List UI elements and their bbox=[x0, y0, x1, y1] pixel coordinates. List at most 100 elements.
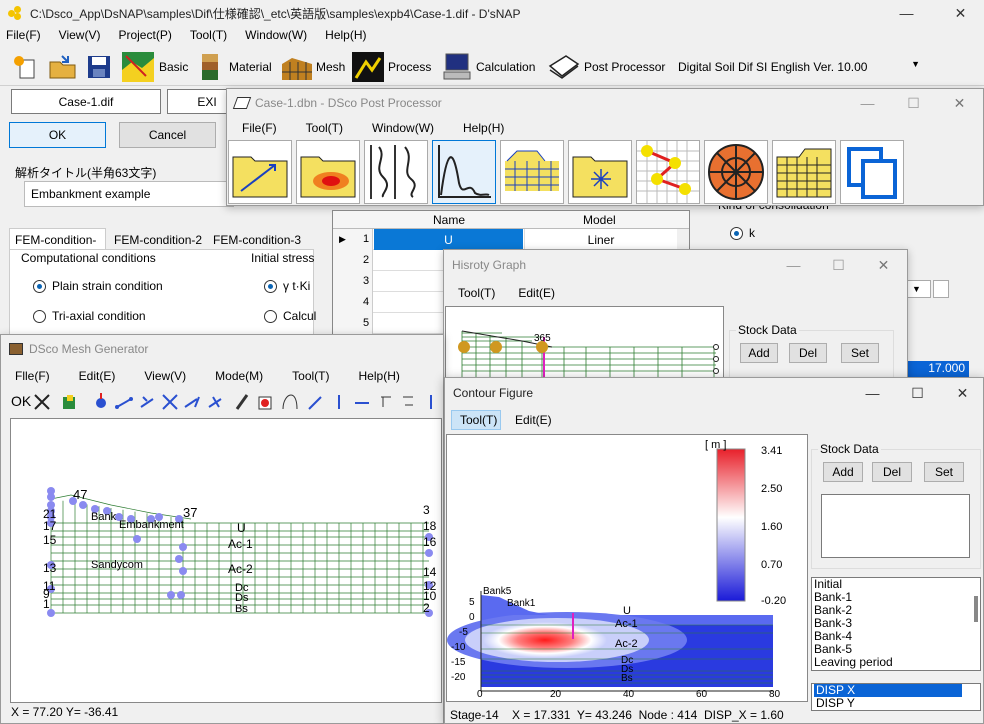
post-processor-icon[interactable] bbox=[548, 52, 580, 82]
color-scale-bar bbox=[716, 448, 746, 602]
contour-del-label: Del bbox=[882, 465, 901, 479]
close-icon[interactable]: ✕ bbox=[938, 0, 983, 26]
folder-table-icon[interactable] bbox=[772, 140, 836, 204]
process-icon[interactable] bbox=[352, 52, 384, 82]
calculation-icon[interactable] bbox=[442, 52, 472, 82]
mesh-menu-help[interactable]: Help(H) bbox=[339, 369, 409, 383]
mesh-node bbox=[425, 549, 433, 557]
k-radio[interactable]: k bbox=[730, 226, 755, 241]
stage-list-scrollbar[interactable] bbox=[974, 596, 978, 622]
basic-label[interactable]: Basic bbox=[159, 60, 188, 74]
contour-maximize-icon[interactable]: ☐ bbox=[895, 378, 940, 408]
mesh-menu-file[interactable]: Flle(F) bbox=[1, 369, 59, 383]
mesh-label[interactable]: Mesh bbox=[316, 60, 345, 74]
mesh-graph-icon[interactable] bbox=[500, 140, 564, 204]
folder-vector-icon[interactable] bbox=[228, 140, 292, 204]
folder-contour-icon[interactable] bbox=[296, 140, 360, 204]
behind-checkbox[interactable] bbox=[933, 280, 949, 298]
tab-fem-2[interactable]: FEM-condition-2 bbox=[110, 231, 208, 250]
post-menu-help[interactable]: Help(H) bbox=[443, 121, 513, 135]
mesh-label-ac1: Ac-1 bbox=[228, 537, 253, 551]
post-processor-label[interactable]: Post Processor bbox=[584, 60, 665, 74]
node-path-icon[interactable] bbox=[636, 140, 700, 204]
material-label[interactable]: Material bbox=[229, 60, 272, 74]
menu-tool[interactable]: Tool(T) bbox=[181, 28, 236, 42]
history-maximize-icon[interactable]: ☐ bbox=[816, 250, 861, 280]
post-minimize-icon[interactable]: — bbox=[845, 89, 890, 117]
col-model-header[interactable]: Model bbox=[583, 213, 616, 227]
behind-select[interactable]: ▼ bbox=[905, 280, 931, 298]
calc-radio[interactable]: Calcul bbox=[264, 309, 316, 324]
post-menu-tool[interactable]: Tool(T) bbox=[286, 121, 352, 135]
new-project-icon[interactable] bbox=[12, 54, 38, 80]
mesh-icon[interactable] bbox=[282, 52, 312, 82]
history-canvas[interactable]: 365 bbox=[445, 306, 724, 383]
initial-stress-label: Initial stress bbox=[251, 251, 315, 265]
row-model[interactable]: Liner bbox=[524, 229, 677, 250]
menu-help[interactable]: Help(H) bbox=[316, 28, 375, 42]
copy-window-icon[interactable] bbox=[840, 140, 904, 204]
process-label[interactable]: Process bbox=[388, 60, 431, 74]
mesh-tool-icons[interactable] bbox=[33, 393, 443, 413]
history-graph-icon[interactable] bbox=[432, 140, 496, 204]
file-name-field[interactable]: Case-1.dif bbox=[11, 89, 161, 114]
profile-graph-icon[interactable] bbox=[364, 140, 428, 204]
post-menu-window[interactable]: Window(W) bbox=[352, 121, 443, 135]
contour-canvas[interactable]: [ m ] 3.41 2.50 1.60 0.70 -0.20 5 0 -5 -10 -15 -2… bbox=[446, 434, 808, 702]
cancel-button[interactable]: Cancel bbox=[119, 122, 216, 148]
ok-button[interactable]: OK bbox=[9, 122, 106, 148]
table-row[interactable]: 1 U Liner ▶ bbox=[333, 229, 677, 250]
menu-view[interactable]: View(V) bbox=[50, 28, 110, 42]
tab-fem-3[interactable]: FEM-condition-3 bbox=[210, 231, 310, 250]
mesh-canvas[interactable]: U Ac-1 Ac-2 Dc Ds Bs Sandycom Embankment… bbox=[10, 418, 442, 703]
history-menu-tool[interactable]: Tool(T) bbox=[444, 286, 504, 300]
mesh-ok-button[interactable]: OK bbox=[11, 393, 31, 409]
contour-close-icon[interactable]: ✕ bbox=[940, 378, 983, 408]
col-name-header[interactable]: Name bbox=[433, 213, 465, 227]
mesh-menu-mode[interactable]: Mode(M) bbox=[195, 369, 272, 383]
history-set-button[interactable]: Set bbox=[841, 343, 879, 363]
minimize-icon[interactable]: — bbox=[884, 0, 929, 26]
main-toolbar: Basic Material Mesh Process Calculation … bbox=[0, 48, 984, 86]
contour-minimize-icon[interactable]: — bbox=[850, 378, 895, 408]
history-menu-edit[interactable]: Edit(E) bbox=[504, 286, 564, 300]
row-number: 4 bbox=[363, 296, 370, 308]
folder-node-icon[interactable] bbox=[568, 140, 632, 204]
contour-add-button[interactable]: Add bbox=[823, 462, 863, 482]
triaxial-radio[interactable]: Tri-axial condition bbox=[33, 309, 146, 324]
history-minimize-icon[interactable]: — bbox=[771, 250, 816, 280]
contour-set-button[interactable]: Set bbox=[924, 462, 964, 482]
history-close-icon[interactable]: ✕ bbox=[861, 250, 906, 280]
mesh-menu-view[interactable]: View(V) bbox=[124, 369, 195, 383]
stage-item[interactable]: Leaving period bbox=[814, 656, 980, 669]
material-icon[interactable] bbox=[198, 52, 224, 82]
title-input[interactable]: Embankment example bbox=[24, 181, 234, 207]
mesh-menu-edit[interactable]: Edit(E) bbox=[59, 369, 125, 383]
row-name[interactable]: U bbox=[374, 229, 523, 250]
tab-fem-2-label: FEM-condition-2 bbox=[114, 233, 203, 247]
menu-window[interactable]: Window(W) bbox=[236, 28, 316, 42]
plain-strain-radio[interactable]: Plain strain condition bbox=[33, 279, 163, 294]
calculation-label[interactable]: Calculation bbox=[476, 60, 535, 74]
sphere-icon[interactable] bbox=[704, 140, 768, 204]
post-close-icon[interactable]: ✕ bbox=[937, 89, 982, 117]
history-add-button[interactable]: Add bbox=[740, 343, 778, 363]
post-menu-file[interactable]: File(F) bbox=[227, 121, 286, 135]
gamma-radio[interactable]: γ t·Ki bbox=[264, 279, 310, 294]
tab-fem-1[interactable]: FEM-condition-1 bbox=[9, 228, 106, 261]
open-folder-icon[interactable] bbox=[48, 54, 78, 80]
menu-file[interactable]: File(F) bbox=[0, 28, 50, 42]
contour-menu-edit[interactable]: Edit(E) bbox=[515, 413, 552, 427]
stage-list[interactable]: Initial Bank-1 Bank-2 Bank-3 Bank-4 Bank-5 Lea… bbox=[811, 577, 981, 671]
version-select[interactable]: Digital Soil Dif SI English Ver. 10.00 ▼ bbox=[672, 55, 926, 79]
history-del-button[interactable]: Del bbox=[789, 343, 827, 363]
contour-del-button[interactable]: Del bbox=[872, 462, 912, 482]
menu-project[interactable]: Project(P) bbox=[109, 28, 180, 42]
stock-data-list[interactable] bbox=[821, 494, 970, 558]
history-set-label: Set bbox=[850, 346, 869, 360]
save-icon[interactable] bbox=[86, 54, 112, 80]
mesh-menu-tool[interactable]: Tool(T) bbox=[272, 369, 338, 383]
post-maximize-icon[interactable]: ☐ bbox=[891, 89, 936, 117]
basic-icon[interactable] bbox=[122, 52, 154, 82]
contour-menu-tool[interactable]: Tool(T) bbox=[451, 410, 501, 430]
